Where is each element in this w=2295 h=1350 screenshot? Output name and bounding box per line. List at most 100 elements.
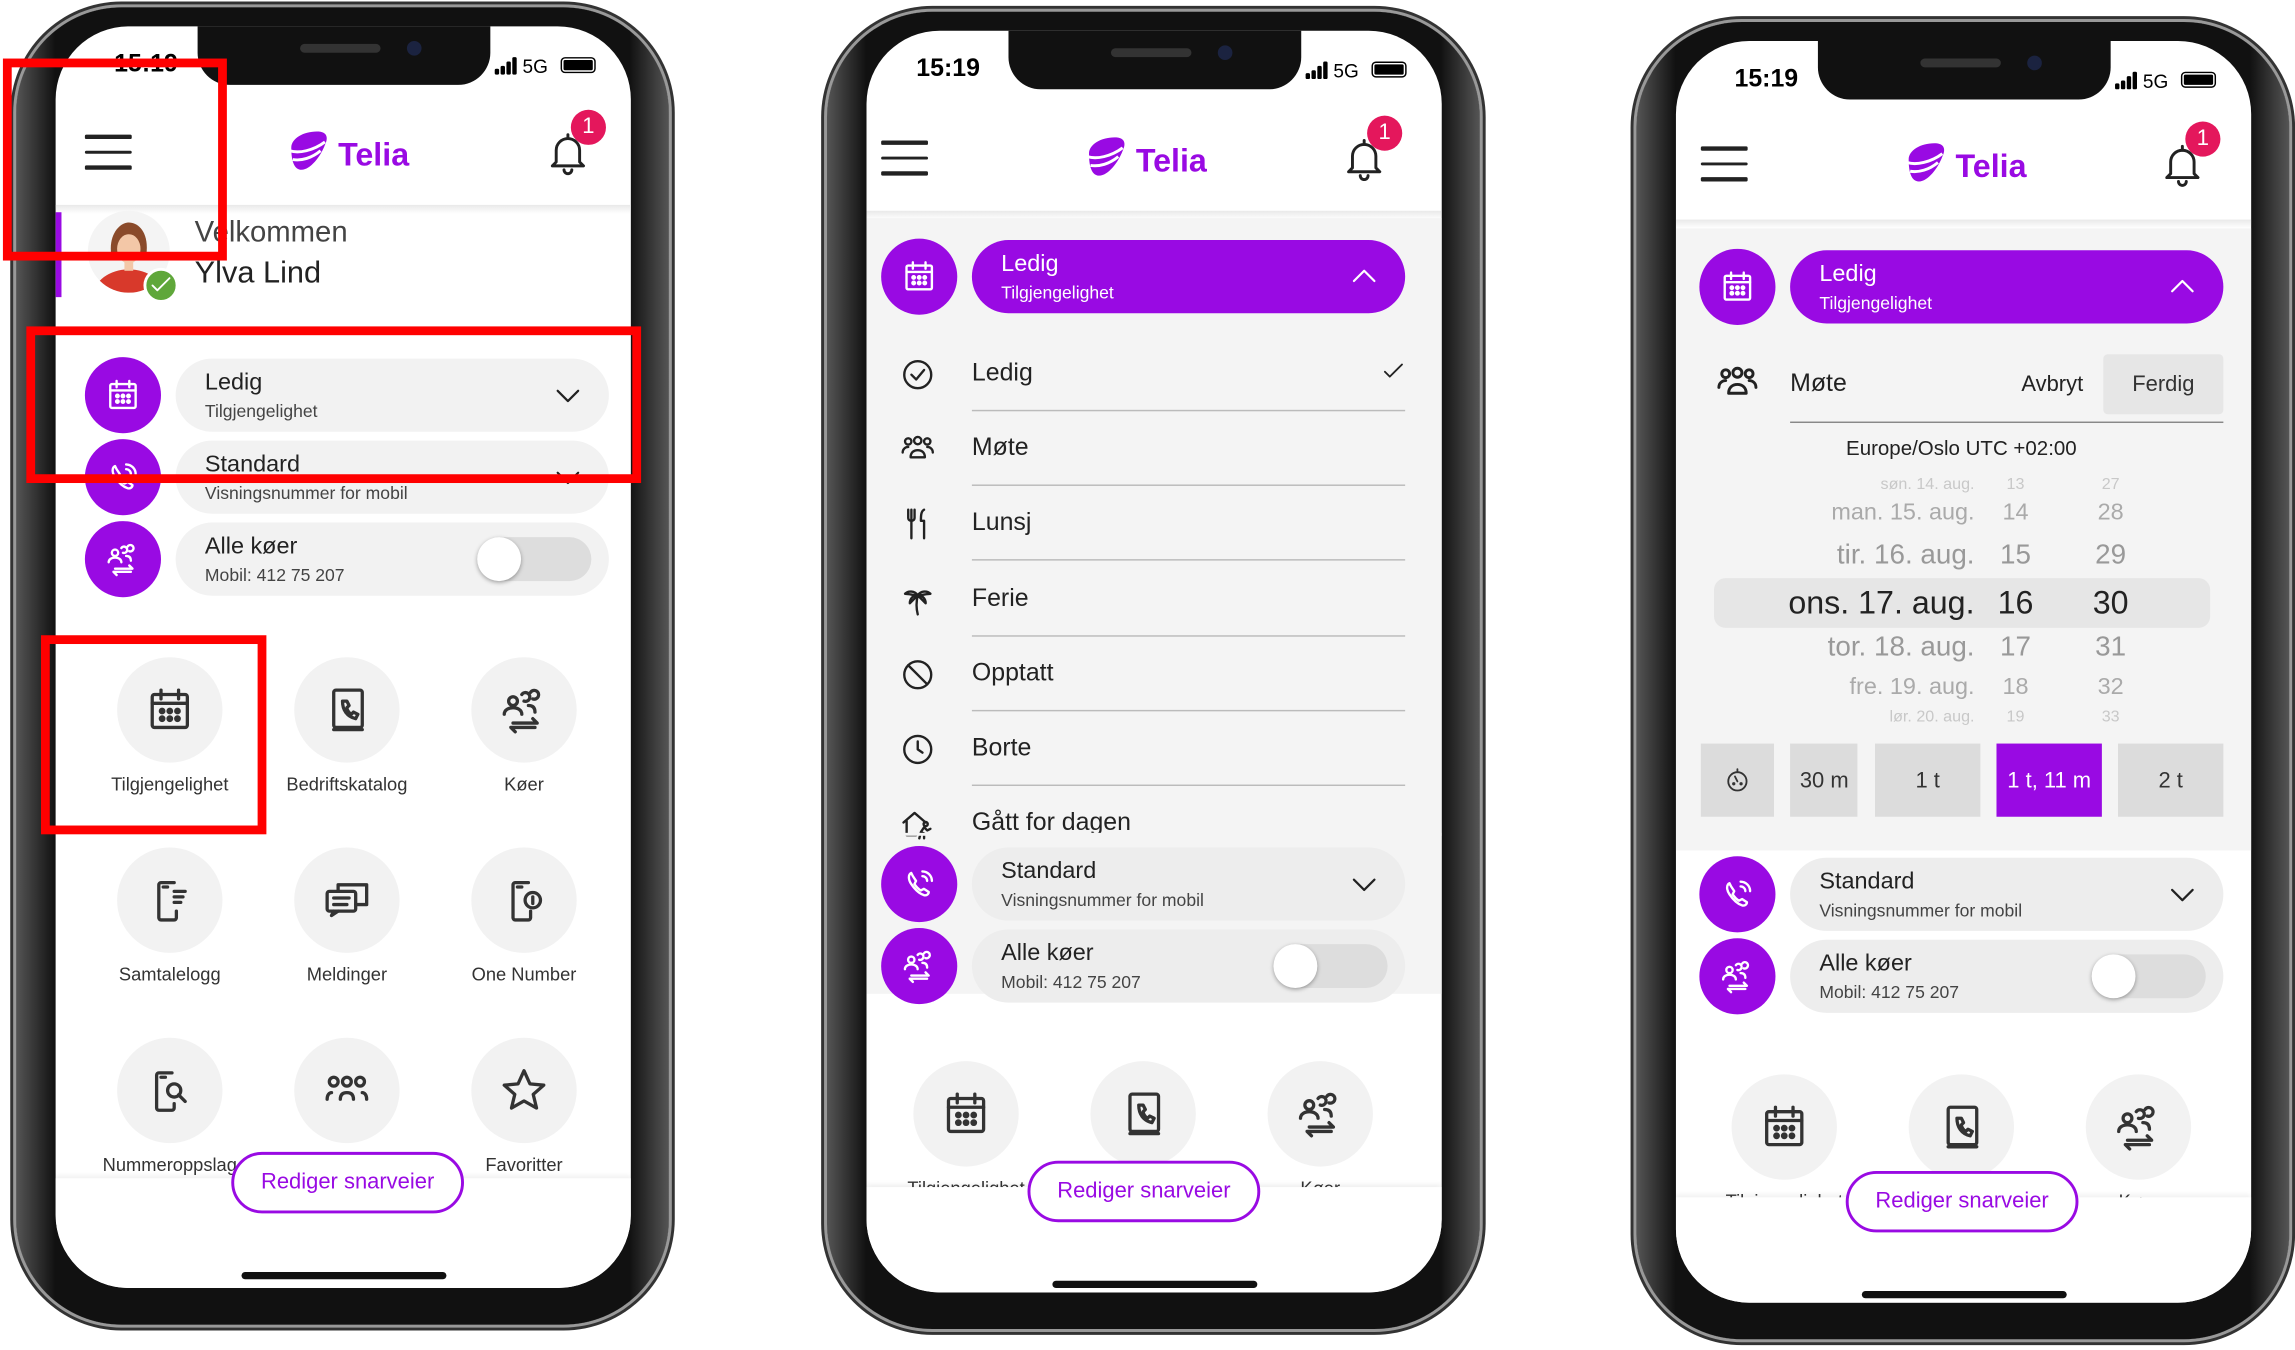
picker-date[interactable]: søn. 14. aug. — [1881, 476, 1975, 494]
shortcut-nummeroppslag[interactable]: Nummeroppslag — [82, 1037, 258, 1177]
notch — [197, 26, 491, 85]
duration-label: 2 t — [2158, 767, 2183, 793]
queue-icon — [900, 947, 938, 985]
shortcut-tilgjengelighet[interactable]: Tilgjengelighet — [878, 1061, 1054, 1200]
picker-date[interactable]: tor. 18. aug. — [1828, 632, 1975, 664]
shortcut-favoritter[interactable]: Favoritter — [436, 1037, 612, 1177]
chevron-up-icon[interactable] — [2165, 269, 2200, 304]
chevron-down-icon[interactable] — [1347, 867, 1382, 902]
picker-minute[interactable]: 28 — [2084, 501, 2137, 527]
shortcut-meldinger[interactable]: Meldinger — [259, 847, 435, 986]
messages-icon — [321, 874, 374, 927]
menu-button[interactable] — [881, 140, 928, 187]
done-button[interactable]: Ferdig — [2103, 354, 2224, 415]
picker-minute[interactable]: 30 — [2084, 584, 2137, 622]
phone-status-time-picker: 15:19 5G Telia 1 Ledig Tilgjengelighet Møte Avb… — [1636, 21, 2290, 1340]
phone-status-menu: 15:19 5G Telia 1 Ledig Tilgjengelighet Ledig Mø… — [826, 11, 1480, 1330]
option-divider — [971, 409, 1406, 412]
edit-shortcuts-button[interactable]: Rediger snarveier — [1845, 1170, 2079, 1233]
shortcut-circle — [294, 847, 400, 953]
row-label: Ledig — [1819, 262, 1877, 287]
signal-bar — [2132, 71, 2138, 90]
status-option-mte[interactable]: Møte — [867, 413, 1442, 487]
picker-date[interactable]: man. 15. aug. — [1831, 501, 1974, 527]
row-icon-circle — [881, 846, 958, 923]
battery-icon — [560, 57, 596, 74]
queue-icon — [1294, 1088, 1347, 1141]
picker-date[interactable]: lør. 20. aug. — [1889, 709, 1974, 727]
one-number-icon — [498, 874, 551, 927]
picker-hour[interactable]: 19 — [1989, 709, 2042, 727]
picker-hour[interactable]: 16 — [1989, 584, 2042, 622]
people-icon — [1714, 360, 1761, 407]
status-option-ledig[interactable]: Ledig — [867, 338, 1442, 412]
queue-toggle[interactable] — [477, 537, 592, 582]
status-row-standard[interactable]: Standard Visningsnummer for mobil — [971, 847, 1406, 921]
status-row-standard[interactable]: Standard Visningsnummer for mobil — [1790, 857, 2224, 931]
option-divider — [971, 484, 1406, 487]
notch — [1817, 40, 2111, 100]
duration-option[interactable]: 2 t — [2117, 743, 2224, 817]
home-indicator — [241, 1271, 447, 1280]
queue-toggle[interactable] — [1273, 944, 1388, 988]
duration-option[interactable]: 1 t, 11 m — [1996, 743, 2102, 817]
shortcut-ker[interactable]: Køer — [1232, 1061, 1408, 1200]
panel-background — [866, 832, 1442, 836]
signal-bar — [500, 65, 505, 75]
notification-badge[interactable]: 1 — [1367, 115, 1403, 151]
picker-date[interactable]: tir. 16. aug. — [1837, 540, 1975, 572]
hamburger-icon-line — [1700, 177, 1748, 181]
picker-hour[interactable]: 13 — [1989, 476, 2042, 494]
annotation-highlight-box — [26, 326, 642, 484]
picker-date[interactable]: fre. 19. aug. — [1850, 675, 1975, 701]
edit-shortcuts-button[interactable]: Rediger snarveier — [231, 1151, 464, 1214]
phone-call-icon — [900, 865, 938, 903]
picker-hour[interactable]: 15 — [1989, 540, 2042, 572]
picker-hour[interactable]: 14 — [1989, 501, 2042, 527]
date-time-picker[interactable]: søn. 14. aug. 13 27 man. 15. aug. 14 28 tir. 1… — [1676, 465, 2251, 736]
shortcut-tilgjengelighet[interactable]: Tilgjengelighet — [1696, 1074, 1872, 1213]
status-row-alleker[interactable]: Alle køer Mobil: 412 75 207 — [971, 929, 1406, 1003]
status-option-opptatt[interactable]: Opptatt — [867, 638, 1442, 712]
picker-minute[interactable]: 27 — [2084, 476, 2137, 494]
shortcut-circle — [471, 847, 577, 953]
status-row-ledig[interactable]: Ledig Tilgjengelighet — [1790, 250, 2224, 324]
picker-hour[interactable]: 17 — [1989, 632, 2042, 664]
status-option-ferie[interactable]: Ferie — [867, 563, 1442, 637]
shortcut-circle — [1267, 1061, 1373, 1167]
queue-icon — [1718, 957, 1756, 995]
picker-minute[interactable]: 29 — [2084, 540, 2137, 572]
picker-date[interactable]: ons. 17. aug. — [1788, 584, 1974, 622]
row-label: Standard — [1819, 869, 1915, 895]
calendar-icon — [900, 258, 938, 296]
duration-option[interactable]: 30 m — [1790, 743, 1858, 817]
notification-badge[interactable]: 1 — [570, 109, 606, 145]
shortcut-samtalelogg[interactable]: Samtalelogg — [82, 847, 258, 986]
custom-duration-button[interactable] — [1700, 743, 1775, 817]
home-indicator — [1861, 1290, 2067, 1299]
notification-badge[interactable]: 1 — [2185, 121, 2221, 157]
duration-option[interactable]: 1 t — [1874, 743, 1981, 817]
shortcut-bedriftskatalog[interactable]: Bedriftskatalog — [259, 657, 435, 796]
shortcut-onenumber[interactable]: One Number — [436, 847, 612, 986]
menu-button[interactable] — [1700, 146, 1748, 192]
shortcut-circle — [471, 657, 577, 763]
chevron-down-icon[interactable] — [2165, 877, 2200, 912]
edit-shortcuts-button[interactable]: Rediger snarveier — [1027, 1160, 1261, 1223]
status-row-alleker[interactable]: Alle køer Mobil: 412 75 207 — [175, 522, 609, 596]
cancel-button[interactable]: Avbryt — [2021, 372, 2083, 397]
row-sublabel: Tilgjengelighet — [1001, 282, 1114, 303]
shortcut-ker[interactable]: Køer — [436, 657, 612, 796]
status-row-ledig[interactable]: Ledig Tilgjengelighet — [971, 240, 1406, 314]
queue-toggle[interactable] — [2091, 954, 2206, 999]
status-row-alleker[interactable]: Alle køer Mobil: 412 75 207 — [1790, 939, 2224, 1013]
status-option-borte[interactable]: Borte — [867, 713, 1442, 787]
picker-minute[interactable]: 31 — [2084, 632, 2137, 664]
picker-hour[interactable]: 18 — [1989, 675, 2042, 701]
brand-name: Telia — [1135, 141, 1207, 179]
chevron-up-icon[interactable] — [1347, 259, 1382, 294]
status-option-lunsj[interactable]: Lunsj — [867, 488, 1442, 562]
picker-minute[interactable]: 33 — [2084, 709, 2137, 727]
picker-minute[interactable]: 32 — [2084, 675, 2137, 701]
option-divider — [971, 784, 1406, 787]
